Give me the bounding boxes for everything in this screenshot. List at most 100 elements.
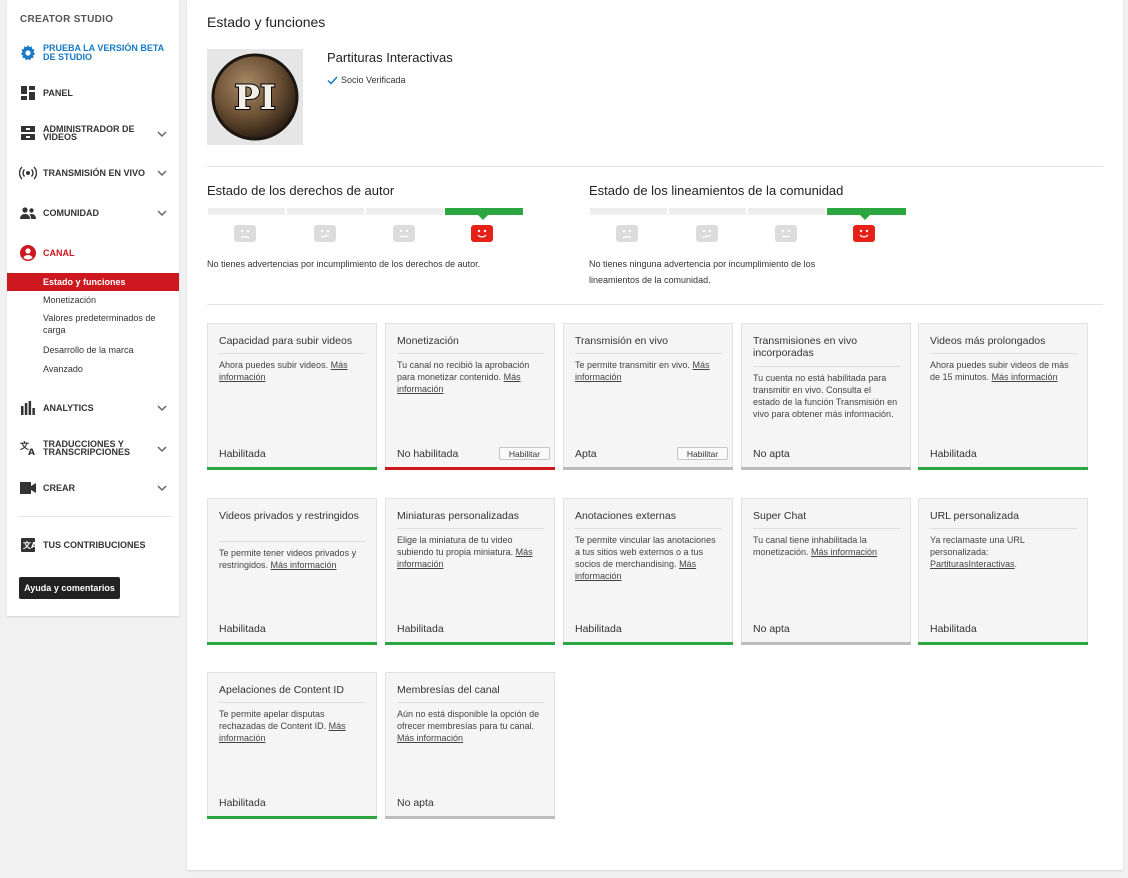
feature-card: Super Chat Tu canal tiene inhabilitada la… [741, 498, 911, 645]
help-feedback-button[interactable]: Ayuda y comentarios [19, 577, 120, 599]
feature-card-title: Membresías del canal [397, 684, 500, 696]
sidebar-item-analytics-label: ANALYTICS [43, 403, 94, 413]
sidebar-item-create-label: CREAR [43, 483, 76, 493]
sidebar-item-beta[interactable]: PRUEBA LA VERSIÓN BETA DE STUDIO [7, 40, 179, 66]
main-panel: Estado y funciones PI Partituras Interac… [187, 0, 1123, 870]
community-bar-pointer [860, 215, 870, 220]
chevron-down-icon[interactable] [157, 483, 167, 493]
chevron-down-icon[interactable] [157, 444, 167, 454]
feature-card-description: Te permite tener videos privados y restr… [219, 547, 366, 571]
feature-card-description-text: Tu cuenta no está habilitada para transm… [753, 373, 898, 419]
sidebar-subitem-upload-defaults-2[interactable]: carga [7, 325, 179, 335]
feature-card-divider [930, 528, 1077, 529]
more-info-link[interactable]: PartiturasInteractivas [930, 559, 1015, 569]
feature-card-divider [753, 528, 900, 529]
feature-card-status-bar [207, 816, 377, 819]
sidebar-item-contributions[interactable]: 文A TUS CONTRIBUCIONES [7, 536, 179, 554]
svg-text:A: A [28, 448, 35, 456]
feature-card-description: Aún no está disponible la opción de ofre… [397, 708, 544, 744]
more-info-link[interactable]: Más información [811, 547, 877, 557]
neutral-face-icon [393, 225, 415, 242]
community-bar-segment-active [827, 208, 906, 215]
feature-card-title: Transmisión en vivo [575, 335, 668, 347]
feature-card-status-bar [207, 467, 377, 470]
people-icon [19, 204, 37, 222]
copyright-bar-segment [366, 208, 443, 215]
feature-card-divider [397, 702, 544, 703]
happy-face-icon [471, 225, 493, 242]
feature-card-divider [397, 528, 544, 529]
channel-avatar[interactable]: PI [207, 49, 303, 145]
verified-label: Socio Verificada [341, 75, 406, 85]
live-broadcast-icon [19, 164, 37, 182]
svg-text:文A: 文A [23, 540, 35, 550]
chevron-down-icon[interactable] [157, 208, 167, 218]
skeptical-face-icon [696, 225, 718, 242]
verified-status: Socio Verificada [327, 75, 406, 85]
feature-card-description: Tu canal tiene inhabilitada la monetizac… [753, 534, 900, 558]
feature-card: Transmisión en vivo Te permite transmitir… [563, 323, 733, 470]
feature-card-description: Te permite apelar disputas rechazadas de… [219, 708, 366, 744]
feature-card-status-bar [207, 642, 377, 645]
feature-card: URL personalizada Ya reclamaste una URL p… [918, 498, 1088, 645]
feature-card-status-bar [563, 467, 733, 470]
sidebar-subitem-status[interactable]: Estado y funciones [7, 273, 179, 291]
enable-button[interactable]: Habilitar [499, 447, 550, 460]
feature-card-divider [219, 541, 366, 542]
feature-card-title: URL personalizada [930, 510, 1019, 522]
enable-button[interactable]: Habilitar [677, 447, 728, 460]
sidebar-item-translations[interactable]: 文A TRADUCCIONES Y TRANSCRIPCIONES [7, 435, 179, 461]
sidebar-item-community[interactable]: COMUNIDAD [7, 204, 179, 222]
sidebar-subitem-monetization[interactable]: Monetización [7, 295, 179, 305]
sad-face-icon [616, 225, 638, 242]
more-info-link[interactable]: Más información [992, 372, 1058, 382]
feature-card-status-bar [741, 642, 911, 645]
sidebar: CREATOR STUDIO PRUEBA LA VERSIÓN BETA DE… [7, 0, 179, 616]
video-camera-icon [19, 479, 37, 497]
sidebar-item-panel[interactable]: PANEL [7, 84, 179, 102]
sidebar-item-live[interactable]: TRANSMISIÓN EN VIVO [7, 164, 179, 182]
feature-card-description-text: Te permite apelar disputas rechazadas de… [219, 709, 329, 731]
feature-card-description-text: Elige la miniatura de tu video subiendo … [397, 535, 516, 557]
sidebar-item-create[interactable]: CREAR [7, 479, 179, 497]
feature-card: Capacidad para subir videos Ahora puedes … [207, 323, 377, 470]
feature-card-status: Habilitada [219, 448, 266, 460]
feature-card-description-text: Aún no está disponible la opción de ofre… [397, 709, 540, 731]
sidebar-item-analytics[interactable]: ANALYTICS [7, 399, 179, 417]
feature-card-status-bar [385, 816, 555, 819]
checkmark-icon [327, 75, 338, 85]
feature-card-divider [219, 353, 366, 354]
sidebar-item-channel[interactable]: CANAL [7, 244, 179, 262]
feature-card-divider [397, 353, 544, 354]
chevron-down-icon[interactable] [157, 403, 167, 413]
copyright-bar-segment [208, 208, 285, 215]
feature-card-title: Transmisiones en vivo incorporadas [753, 335, 858, 359]
divider [207, 304, 1103, 305]
sidebar-item-beta-label-2: DE STUDIO [43, 52, 93, 62]
feature-card-divider [930, 353, 1077, 354]
feature-card: Videos privados y restringidos Te permite… [207, 498, 377, 645]
feature-card-status-bar [741, 467, 911, 470]
bar-chart-icon [19, 399, 37, 417]
feature-card-status: Habilitada [930, 623, 977, 635]
more-info-link[interactable]: Más información [397, 733, 463, 743]
sidebar-subitem-advanced[interactable]: Avanzado [7, 364, 179, 374]
feature-card-title: Apelaciones de Content ID [219, 684, 344, 696]
translate-icon: 文A [19, 439, 37, 457]
chevron-down-icon[interactable] [157, 168, 167, 178]
feature-card-title: Miniaturas personalizadas [397, 510, 519, 522]
sad-face-icon [234, 225, 256, 242]
feature-card-status: No apta [753, 623, 790, 635]
more-info-link[interactable]: Más información [271, 560, 337, 570]
sidebar-item-video-admin[interactable]: ADMINISTRADOR DE VIDEOS [7, 120, 179, 146]
happy-face-icon [853, 225, 875, 242]
feature-card-description: Tu cuenta no está habilitada para transm… [753, 372, 900, 420]
sidebar-subitem-branding[interactable]: Desarrollo de la marca [7, 345, 179, 355]
chevron-down-icon[interactable] [157, 129, 167, 139]
feature-card: Apelaciones de Content ID Te permite apel… [207, 672, 377, 819]
feature-card-description: Tu canal no recibió la aprobación para m… [397, 359, 544, 395]
feature-card-divider [575, 528, 722, 529]
feature-card-status-bar [385, 642, 555, 645]
feature-card-description: Ahora puedes subir videos. Más informaci… [219, 359, 366, 383]
sidebar-subitem-upload-defaults-1[interactable]: Valores predeterminados de [7, 313, 179, 323]
